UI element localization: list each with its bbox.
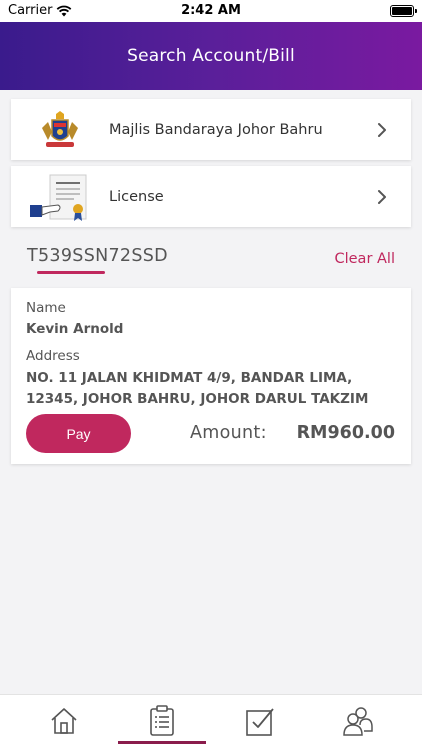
pay-button[interactable]: Pay	[26, 414, 131, 453]
status-time: 2:42 AM	[181, 3, 241, 18]
option-mbjb[interactable]: Majlis Bandaraya Johor Bahru	[11, 99, 411, 160]
bill-list-icon	[150, 705, 174, 736]
home-icon	[51, 708, 77, 734]
header-bar: Search Account/Bill	[0, 22, 422, 90]
search-underline	[37, 271, 105, 274]
mbjb-crest-icon	[11, 99, 109, 160]
chevron-right-icon	[367, 115, 397, 145]
clear-all-button[interactable]: Clear All	[334, 251, 395, 267]
amount-value: RM960.00	[296, 423, 395, 443]
name-value: Kevin Arnold	[26, 321, 124, 337]
page-title: Search Account/Bill	[127, 46, 295, 66]
chevron-right-icon	[367, 182, 397, 212]
battery-icon	[390, 5, 417, 17]
active-tab-indicator	[118, 741, 206, 744]
address-label: Address	[26, 348, 80, 364]
amount-label: Amount:	[190, 423, 267, 443]
status-bar: Carrier 2:42 AM	[0, 0, 422, 22]
tab-bills[interactable]	[142, 703, 182, 739]
checkbox-icon	[246, 708, 274, 736]
bill-card: Name Kevin Arnold Address NO. 11 JALAN K…	[11, 288, 411, 464]
option-label: License	[109, 188, 164, 205]
option-label: Majlis Bandaraya Johor Bahru	[109, 121, 323, 138]
tab-community[interactable]	[338, 703, 378, 739]
tab-home[interactable]	[44, 703, 84, 739]
license-certificate-icon	[11, 166, 109, 227]
name-label: Name	[26, 300, 66, 316]
address-value: NO. 11 JALAN KHIDMAT 4/9, BANDAR LIMA, 1…	[26, 370, 369, 407]
option-license[interactable]: License	[11, 166, 411, 227]
community-icon	[343, 707, 373, 736]
search-account-number[interactable]: T539SSN72SSD	[27, 246, 168, 266]
tab-tasks[interactable]	[240, 703, 280, 739]
tab-bar	[0, 694, 422, 750]
